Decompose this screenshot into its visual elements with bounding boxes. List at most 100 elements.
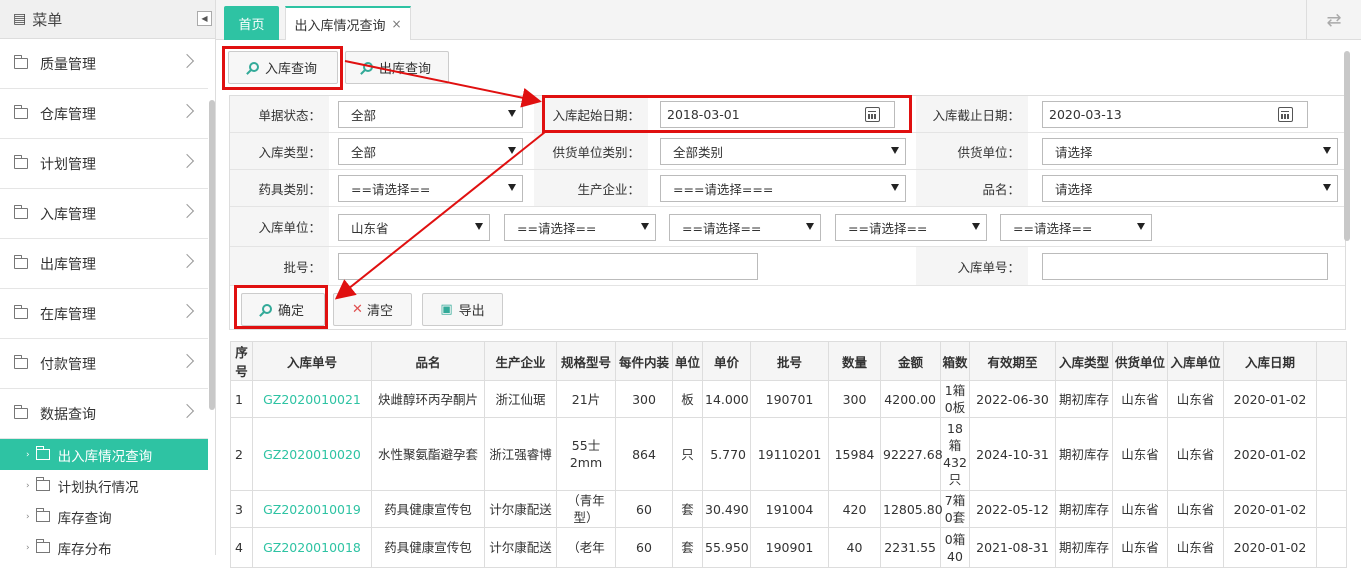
sidebar-subitem-stock-dist[interactable]: › 库存分布 [0,532,208,563]
drug-category-label: 药具类别： [230,170,329,206]
tab-inout-query[interactable]: 出入库情况查询 × [285,6,411,40]
column-header: 入库日期 [1223,341,1317,381]
batch-input[interactable] [338,253,758,280]
unit-village-select[interactable]: ==请选择== [1000,214,1152,241]
refresh-icon[interactable]: ⇄ [1306,0,1361,40]
select-value: 请选择 [1055,182,1093,197]
sidebar-subitem-inout-query[interactable]: › 出入库情况查询 [0,439,208,470]
divider [230,206,1345,207]
table-row[interactable]: 4 GZ2020010018 药具健康宣传包 计尔康配送 （老年 60 套 55.950 190… [230,527,1347,568]
column-header: 数量 [828,341,881,381]
sidebar-item-label: 计划管理 [40,156,96,173]
column-header: 品名 [371,341,485,381]
chevron-right-icon [179,203,195,219]
table-cell: 炔雌醇环丙孕酮片 [371,380,485,418]
select-value: ==请选择== [848,221,928,236]
sidebar-item-label: 仓库管理 [40,106,96,123]
table-cell[interactable]: GZ2020010019 [252,490,372,528]
table-cell[interactable]: GZ2020010021 [252,380,372,418]
sidebar-item-inbound[interactable]: 入库管理 [0,189,208,239]
column-header: 入库单号 [252,341,372,381]
clear-button[interactable]: ✕ 清空 [333,293,412,326]
sidebar-item-outbound[interactable]: 出库管理 [0,239,208,289]
table-cell: 60 [615,527,673,568]
sidebar-item-plan[interactable]: 计划管理 [0,139,208,189]
results-table: 序号 入库单号 品名 生产企业 规格型号 每件内装 单位 单价 批号 数量 金额 箱数 有效期至 入库类型… [230,341,1347,568]
table-cell: 2024-10-31 [969,417,1056,491]
sidebar-subitem-plan-exec[interactable]: › 计划执行情况 [0,470,208,501]
supplier-type-select[interactable]: 全部类别 [660,138,906,165]
dropdown-arrow-icon [508,184,516,191]
table-cell: 190901 [750,527,829,568]
table-cell: 14.000 [702,380,751,418]
main-scrollbar[interactable] [1344,51,1350,241]
out-query-button[interactable]: 出库查询 [345,51,449,84]
table-cell: 3 [230,490,253,528]
drug-category-select[interactable]: ==请选择== [338,175,523,202]
table-cell: 计尔康配送 [484,527,557,568]
table-cell: 计尔康配送 [484,490,557,528]
table-cell: 21片 [556,380,616,418]
search-icon [362,61,373,72]
select-value: ==请选择== [682,221,762,236]
unit-town-select[interactable]: ==请选择== [835,214,987,241]
sidebar-item-warehouse[interactable]: 仓库管理 [0,89,208,139]
select-value: ==请选择== [1013,221,1093,236]
sidebar-subitem-label: 计划执行情况 [57,479,139,496]
table-cell: 55.950 [702,527,751,568]
sidebar-item-instock[interactable]: 在库管理 [0,289,208,339]
type-select[interactable]: 全部 [338,138,523,165]
column-header: 序号 [230,341,253,381]
column-header: 每件内装 [615,341,673,381]
unit-county-select[interactable]: ==请选择== [669,214,821,241]
supplier-select[interactable]: 请选择 [1042,138,1338,165]
table-cell[interactable]: GZ2020010020 [252,417,372,491]
select-value: ===请选择=== [673,182,774,197]
dropdown-arrow-icon [972,223,980,230]
table-cell: （老年 [556,527,616,568]
table-cell: 山东省 [1112,527,1168,568]
chevron-right-icon [179,153,195,169]
table-cell: 5.770 [702,417,751,491]
export-button[interactable]: ▣ 导出 [422,293,503,326]
column-header: 供货单位 [1112,341,1168,381]
end-date-input[interactable]: 2020-03-13 [1042,101,1308,128]
unit-label: 入库单位： [230,207,329,246]
product-name-select[interactable]: 请选择 [1042,175,1338,202]
sidebar-item-payment[interactable]: 付款管理 [0,339,208,389]
table-row[interactable]: 3 GZ2020010019 药具健康宣传包 计尔康配送 （青年 型） 60 套 30.490… [230,490,1347,528]
caret-right-icon: › [26,449,30,460]
unit-province-select[interactable]: 山东省 [338,214,490,241]
sidebar-scrollbar[interactable] [209,100,215,410]
table-cell: 30.490 [702,490,751,528]
column-header: 金额 [880,341,941,381]
caret-right-icon: › [26,542,30,553]
producer-label: 生产企业： [534,170,648,206]
order-no-input[interactable] [1042,253,1328,280]
select-value: 全部类别 [673,145,724,160]
table-row[interactable]: 2 GZ2020010020 水性聚氨酯避孕套 浙江强睿博 55士 2mm 864 只 5.7… [230,417,1347,491]
collapse-sidebar-icon[interactable]: ◀ [197,11,212,26]
sidebar-item-data-query[interactable]: 数据查询 [0,389,208,439]
table-cell: 2021-08-31 [969,527,1056,568]
table-cell: 190701 [750,380,829,418]
calendar-icon[interactable] [1278,107,1293,122]
producer-select[interactable]: ===请选择=== [660,175,906,202]
caret-right-icon: › [26,511,30,522]
sidebar-item-quality[interactable]: 质量管理 [0,39,208,89]
unit-city-select[interactable]: ==请选择== [504,214,656,241]
chevron-right-icon [179,403,195,419]
close-icon[interactable]: × [391,17,401,31]
tab-home[interactable]: 首页 [224,6,279,40]
column-header: 批号 [750,341,829,381]
table-cell: 山东省 [1112,380,1168,418]
table-row[interactable]: 1 GZ2020010021 炔雌醇环丙孕酮片 浙江仙琚 21片 300 板 14.000 19… [230,380,1347,418]
table-cell[interactable]: GZ2020010018 [252,527,372,568]
status-select[interactable]: 全部 [338,101,523,128]
table-cell: 300 [615,380,673,418]
column-header: 生产企业 [484,341,557,381]
select-value: 请选择 [1055,145,1093,160]
dropdown-arrow-icon [806,223,814,230]
sidebar-subitem-stock-query[interactable]: › 库存查询 [0,501,208,532]
table-cell: 板 [672,380,703,418]
